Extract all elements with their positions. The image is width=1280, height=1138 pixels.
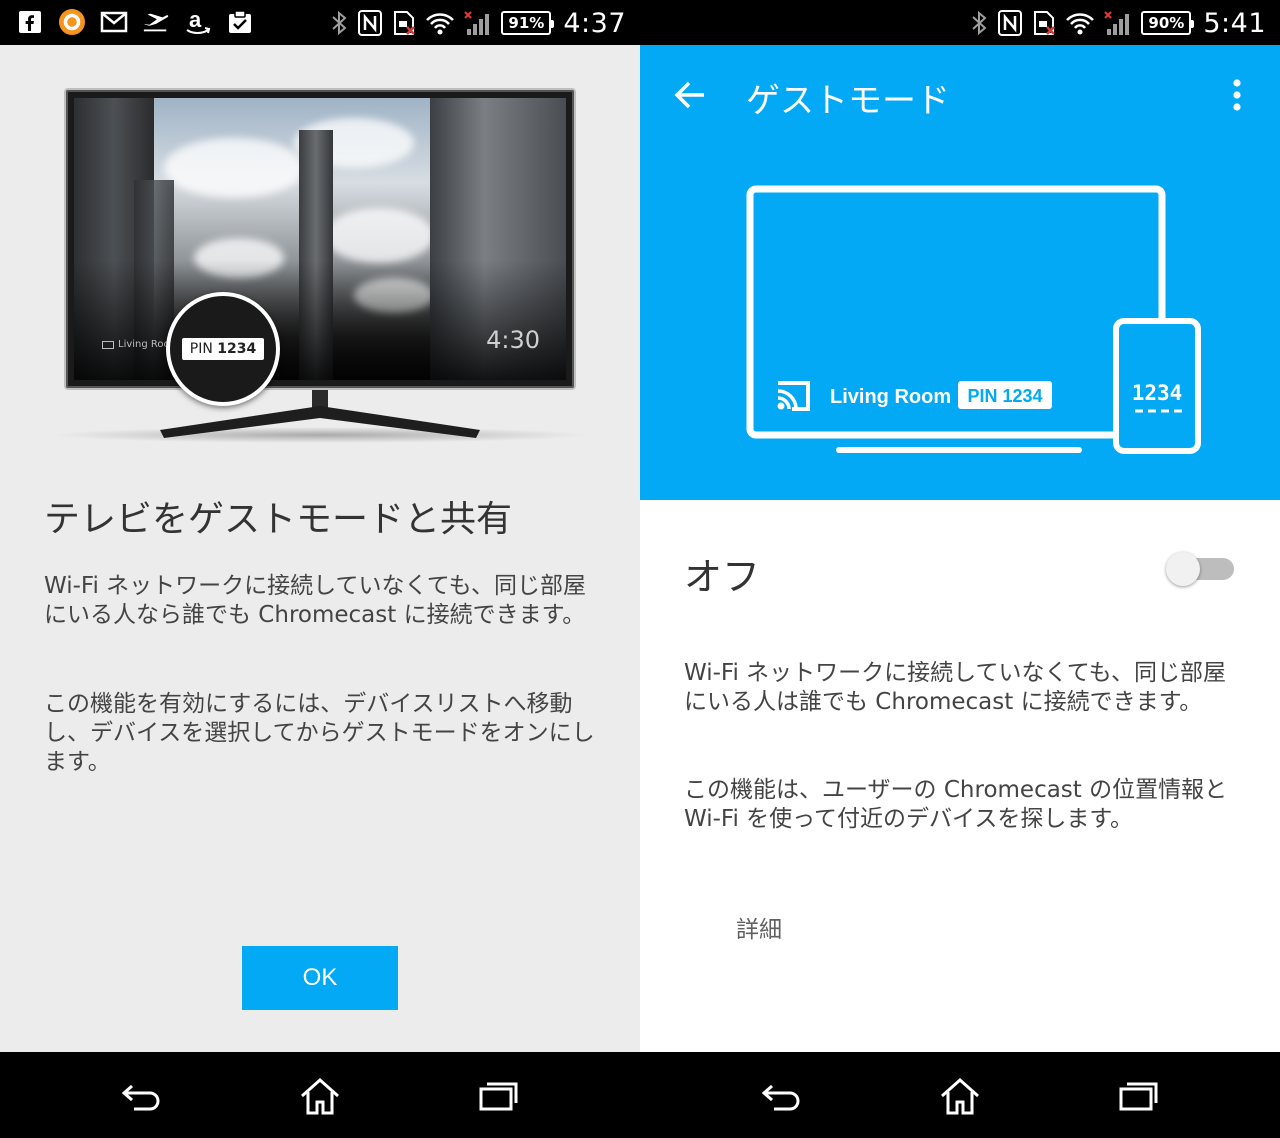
- illus-pin-label: PIN 1234: [967, 386, 1042, 406]
- pin-badge: PIN 1234: [166, 292, 280, 406]
- nav-recents-button[interactable]: [474, 1074, 522, 1118]
- page-title: テレビをゲストモードと共有: [44, 499, 513, 540]
- nav-back-button[interactable]: [758, 1074, 806, 1118]
- location-info-paragraph: この機能は、ユーザーの Chromecast の位置情報と Wi-Fi を使って…: [684, 777, 1228, 832]
- phone-pin-code: 1234: [1132, 381, 1183, 405]
- wifi-icon: [1065, 9, 1095, 37]
- back-arrow-icon: [761, 1084, 800, 1111]
- tv-screen: Living Room 4:30: [74, 98, 566, 380]
- tv-illustration: Living Room 4:30 PIN 1234: [40, 82, 600, 452]
- status-indicators: 91% 4:37: [329, 6, 626, 40]
- battery-indicator: 90%: [1141, 11, 1195, 35]
- back-button[interactable]: [670, 73, 710, 117]
- nav-home-button[interactable]: [296, 1074, 344, 1118]
- orange-app-icon: [58, 8, 86, 36]
- details-link[interactable]: 詳細: [736, 910, 782, 944]
- description-paragraph: Wi-Fi ネットワークに接続していなくても、同じ部屋にいる人は誰でも Chro…: [684, 660, 1226, 715]
- navigation-bar: [640, 1052, 1280, 1138]
- svg-text:a: a: [189, 8, 202, 32]
- no-sim-icon: [391, 9, 417, 37]
- home-icon: [301, 1077, 339, 1115]
- status-indicators: 90% 5:41: [969, 6, 1266, 40]
- status-clock: 4:37: [563, 7, 626, 39]
- nfc-icon: [997, 9, 1023, 37]
- description-paragraph: Wi-Fi ネットワークに接続していなくても、同じ部屋にいる人なら誰でも Chr…: [44, 573, 586, 628]
- more-vert-icon: [1233, 79, 1241, 111]
- instruction-paragraph: この機能を有効にするには、デバイスリストへ移動し、デバイスを選択してからゲストモ…: [44, 691, 595, 775]
- status-clock: 5:41: [1203, 7, 1266, 39]
- no-sim-icon: [1031, 9, 1057, 37]
- tv-stand-base: [160, 406, 480, 438]
- bluetooth-icon: [329, 9, 349, 37]
- status-bar: a 91% 4:37: [0, 0, 640, 45]
- nfc-icon: [357, 9, 383, 37]
- guest-mode-illustration: Living Room PIN 1234 1234: [746, 185, 1206, 465]
- back-arrow-icon: [121, 1084, 160, 1111]
- nav-home-button[interactable]: [936, 1074, 984, 1118]
- facebook-icon: [16, 8, 44, 36]
- pin-tag: PIN 1234: [181, 338, 265, 360]
- cast-icon: [777, 381, 810, 411]
- page-title: ゲストモード: [746, 81, 950, 121]
- recents-icon: [479, 1082, 518, 1111]
- home-icon: [941, 1077, 979, 1115]
- guest-mode-toggle[interactable]: [1166, 552, 1234, 586]
- recents-icon: [1119, 1082, 1158, 1111]
- battery-level: 91%: [508, 14, 545, 32]
- bluetooth-icon: [969, 9, 989, 37]
- battery-level: 90%: [1148, 14, 1185, 32]
- signal-icon: [463, 9, 493, 37]
- guest-mode-status-label: オフ: [684, 555, 761, 599]
- amazon-icon: a: [184, 8, 212, 36]
- airplane-icon: [142, 8, 170, 36]
- gmail-icon: [100, 8, 128, 36]
- tv-stand-line: [836, 447, 1082, 453]
- illus-device-label: Living Room: [830, 386, 951, 408]
- nav-recents-button[interactable]: [1114, 1074, 1162, 1118]
- tv-clock: 4:30: [486, 326, 540, 354]
- nav-back-button[interactable]: [118, 1074, 166, 1118]
- clipboard-icon: [226, 8, 254, 36]
- wifi-icon: [425, 9, 455, 37]
- battery-indicator: 91%: [501, 11, 555, 35]
- tv-frame: Living Room 4:30: [64, 88, 576, 390]
- tv-outline: [746, 185, 1166, 439]
- status-bar: 90% 5:41: [640, 0, 1280, 45]
- signal-icon: [1103, 9, 1133, 37]
- toggle-thumb: [1166, 552, 1200, 586]
- app-bar: ゲストモード Living Room PIN 1234 1234: [640, 45, 1280, 500]
- left-screen: a 91% 4:37 Living Room 4:30 PIN 1234 テレビ…: [0, 0, 640, 1138]
- overflow-menu-button[interactable]: [1222, 75, 1252, 115]
- ok-button[interactable]: OK: [242, 946, 398, 1010]
- back-arrow-icon: [674, 81, 704, 109]
- navigation-bar: [0, 1052, 640, 1138]
- right-screen: 90% 5:41 ゲストモード Living Room PIN 1234 123…: [640, 0, 1280, 1138]
- notification-icons: a: [16, 8, 254, 36]
